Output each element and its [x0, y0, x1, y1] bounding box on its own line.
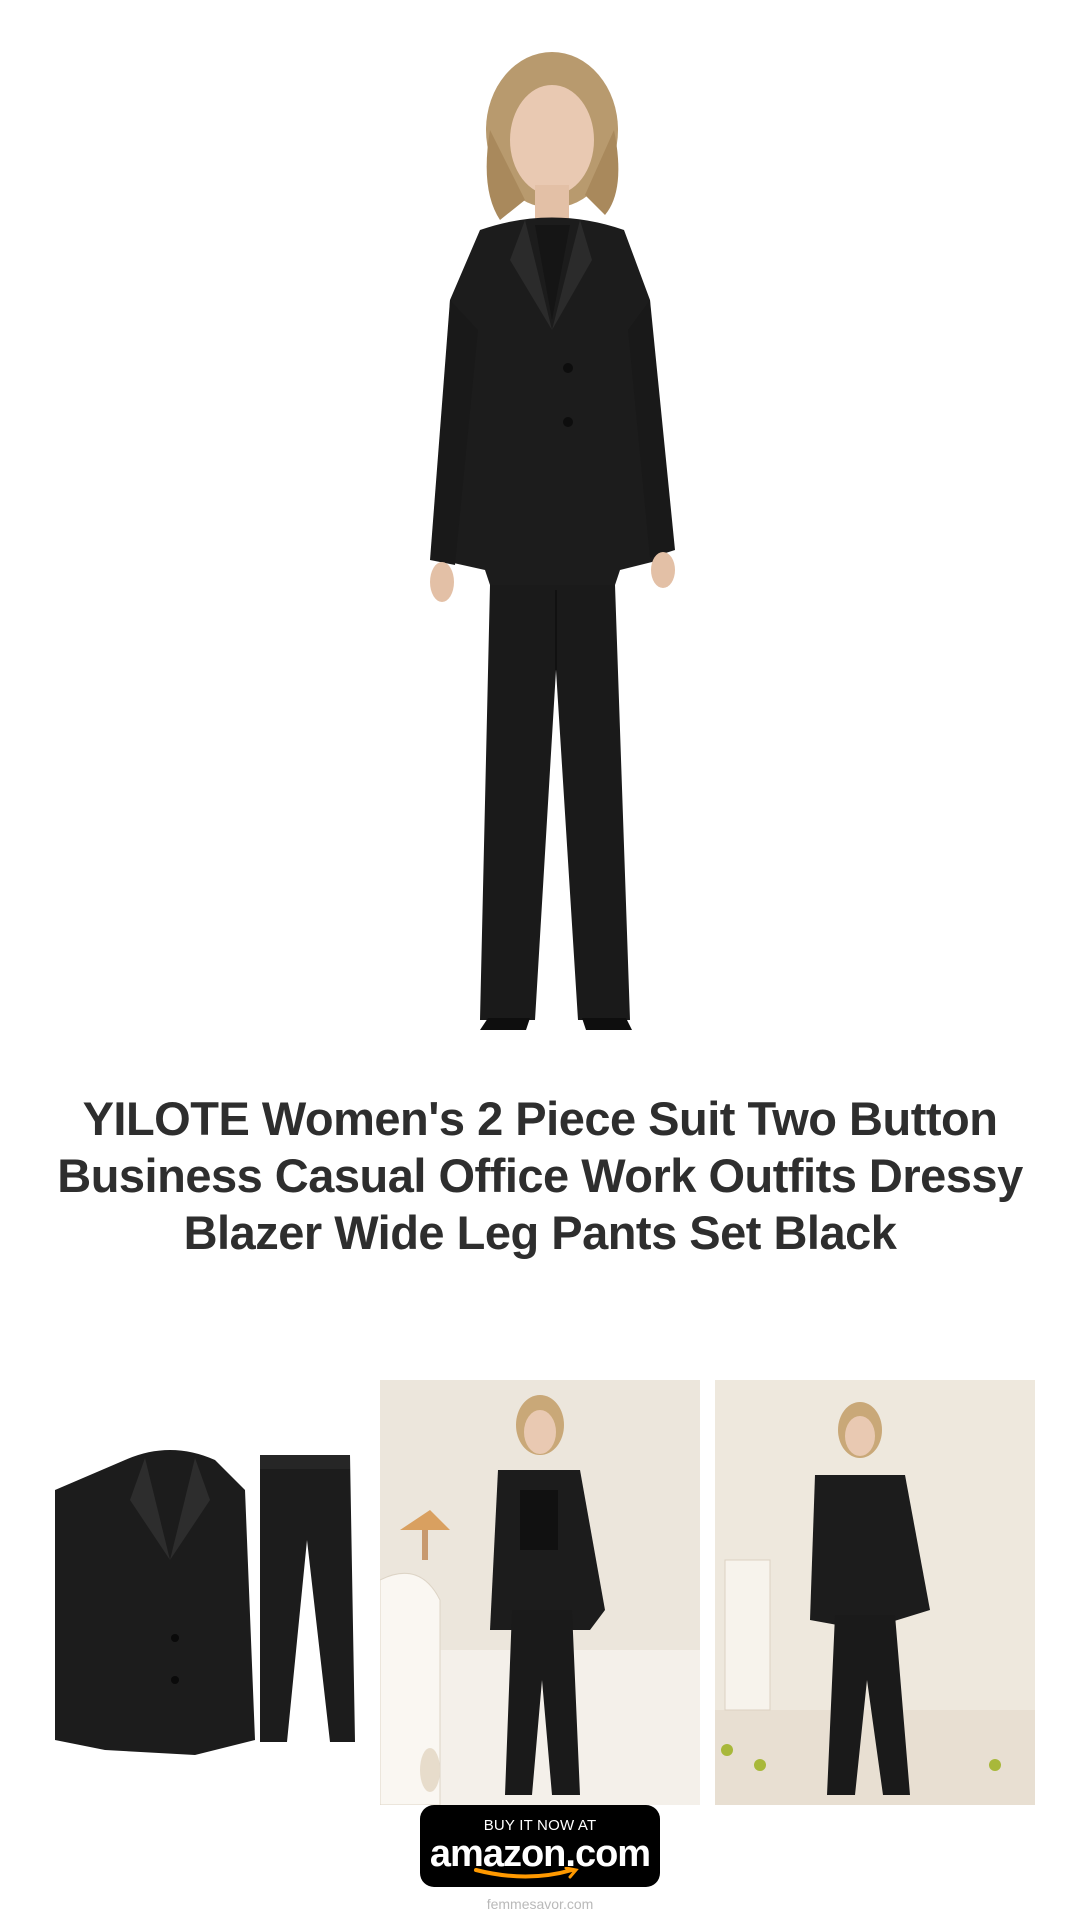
- thumbnail-flat-lay[interactable]: [45, 1380, 365, 1805]
- product-title: YILOTE Women's 2 Piece Suit Two Button B…: [57, 1092, 1023, 1259]
- hero-product-image: [330, 30, 750, 1030]
- footer-site-credit: femmesavor.com: [486, 1896, 594, 1912]
- amazon-smile-icon: [474, 1867, 579, 1879]
- buy-now-label: BUY IT NOW AT: [483, 1817, 597, 1834]
- buy-on-amazon-button[interactable]: BUY IT NOW AT amazon.com: [420, 1805, 660, 1887]
- thumbnail-model-walking[interactable]: [715, 1380, 1035, 1805]
- thumbnail-model-room[interactable]: [380, 1380, 700, 1805]
